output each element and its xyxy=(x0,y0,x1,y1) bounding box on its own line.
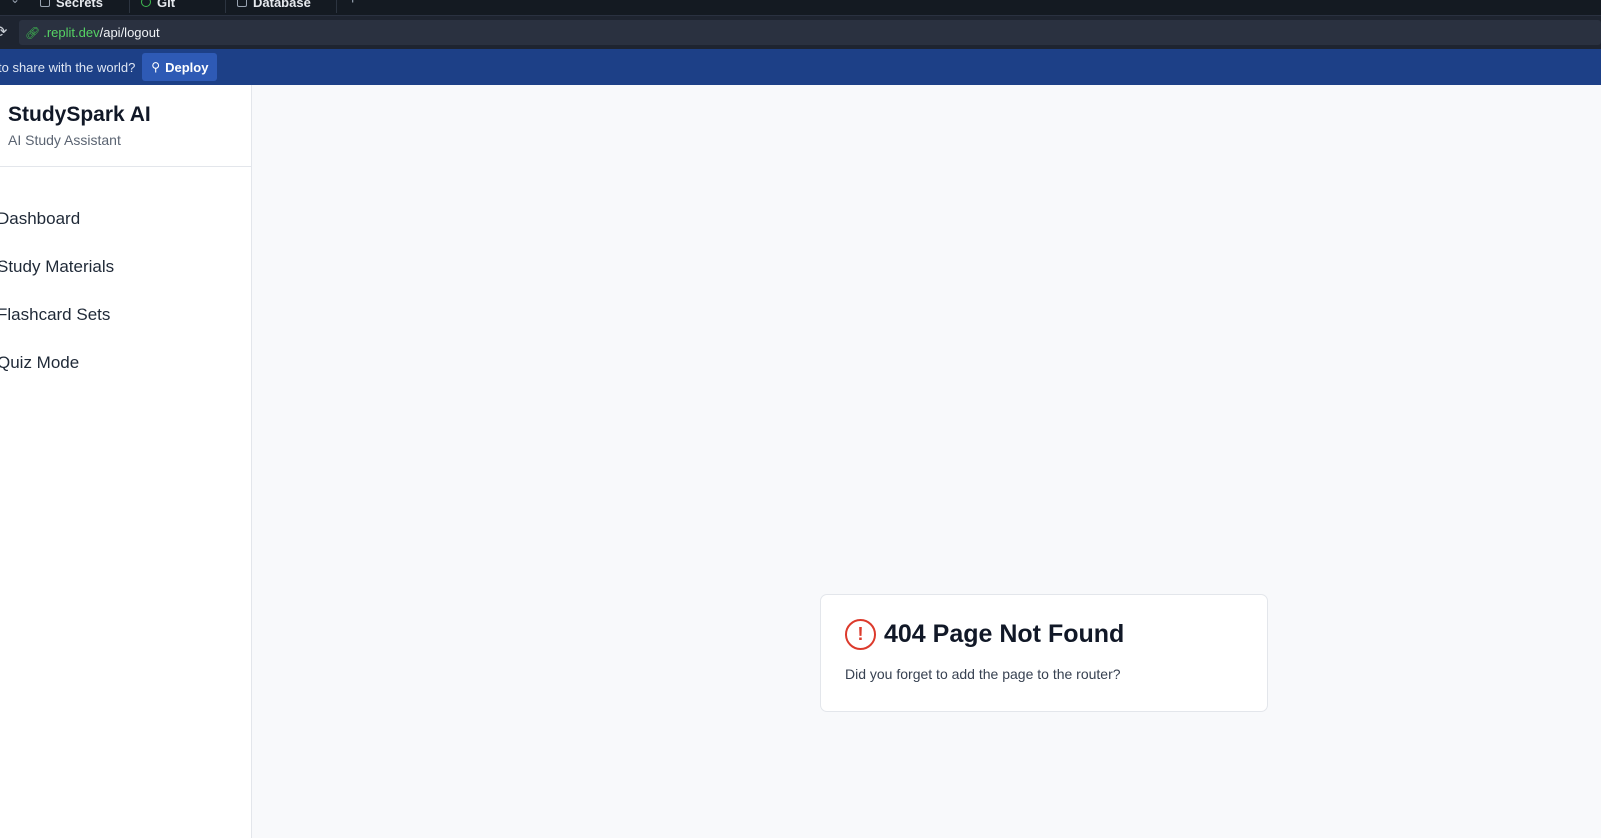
sidebar: StudySpark AI AI Study Assistant Dashboa… xyxy=(0,85,252,838)
tab-label: Git xyxy=(157,0,176,10)
deploy-button[interactable]: ⚲ Deploy xyxy=(142,53,218,81)
database-icon xyxy=(237,0,247,7)
url-host: .replit.dev xyxy=(43,25,100,40)
page-title: 404 Page Not Found xyxy=(884,620,1125,648)
sidebar-item-dashboard[interactable]: Dashboard xyxy=(0,195,251,243)
address-bar[interactable]: 🔗︎ .replit.dev/api/logout xyxy=(19,20,1601,45)
sidebar-item-quiz-mode[interactable]: Quiz Mode xyxy=(0,339,251,387)
not-found-description: Did you forget to add the page to the ro… xyxy=(845,666,1121,682)
alert-circle-icon: ! xyxy=(845,619,876,650)
new-tab-button[interactable]: + xyxy=(348,0,357,9)
app-name: StudySpark AI xyxy=(8,103,151,126)
sidebar-item-label: Study Materials xyxy=(0,257,115,276)
sidebar-item-label: Flashcard Sets xyxy=(0,305,111,324)
sidebar-item-label: Quiz Mode xyxy=(0,353,80,372)
tab-git[interactable]: Git xyxy=(131,0,226,13)
tab-label: Database xyxy=(253,0,311,10)
not-found-card: ! 404 Page Not Found Did you forget to a… xyxy=(820,594,1268,712)
deploy-banner: to share with the world? ⚲ Deploy xyxy=(0,49,1601,85)
link-icon: 🔗︎ xyxy=(25,25,41,40)
sidebar-nav: Dashboard Study Materials Flashcard Sets… xyxy=(0,167,251,387)
url-path: /api/logout xyxy=(99,25,160,40)
browser-tab-strip: ⌄ Secrets Git Database + xyxy=(0,0,1601,15)
lock-icon xyxy=(40,0,50,7)
address-bar-row: ⟳ 🔗︎ .replit.dev/api/logout xyxy=(0,15,1601,49)
tab-secrets[interactable]: Secrets xyxy=(30,0,130,13)
sidebar-item-label: Dashboard xyxy=(0,209,81,228)
not-found-heading: ! 404 Page Not Found xyxy=(845,619,1243,650)
app-tagline: AI Study Assistant xyxy=(8,132,121,148)
rocket-icon: ⚲ xyxy=(151,60,161,74)
banner-message: to share with the world? xyxy=(0,59,136,75)
sidebar-item-study-materials[interactable]: Study Materials xyxy=(0,243,251,291)
git-icon xyxy=(141,0,151,7)
tab-database[interactable]: Database xyxy=(227,0,337,13)
sidebar-item-flashcard-sets[interactable]: Flashcard Sets xyxy=(0,291,251,339)
deploy-label: Deploy xyxy=(165,59,209,75)
chevron-down-icon[interactable]: ⌄ xyxy=(10,0,20,6)
reload-icon[interactable]: ⟳ xyxy=(0,22,7,42)
brand: StudySpark AI AI Study Assistant xyxy=(0,85,251,167)
tab-label: Secrets xyxy=(56,0,103,10)
